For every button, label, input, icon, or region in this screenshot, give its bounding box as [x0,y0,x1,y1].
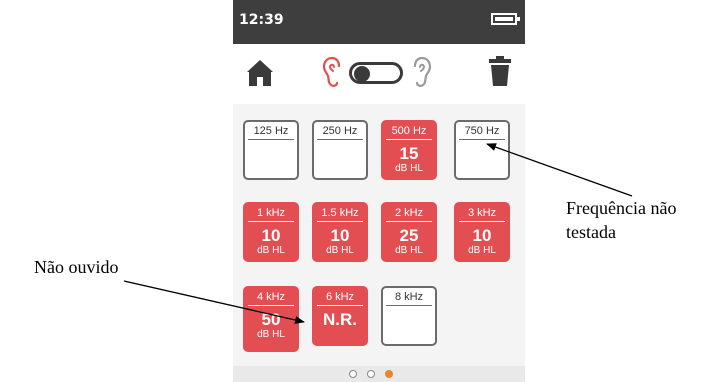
annotation-arrows [123,143,633,324]
arrow-not-tested [486,143,633,197]
arrow-not-heard [123,280,305,324]
